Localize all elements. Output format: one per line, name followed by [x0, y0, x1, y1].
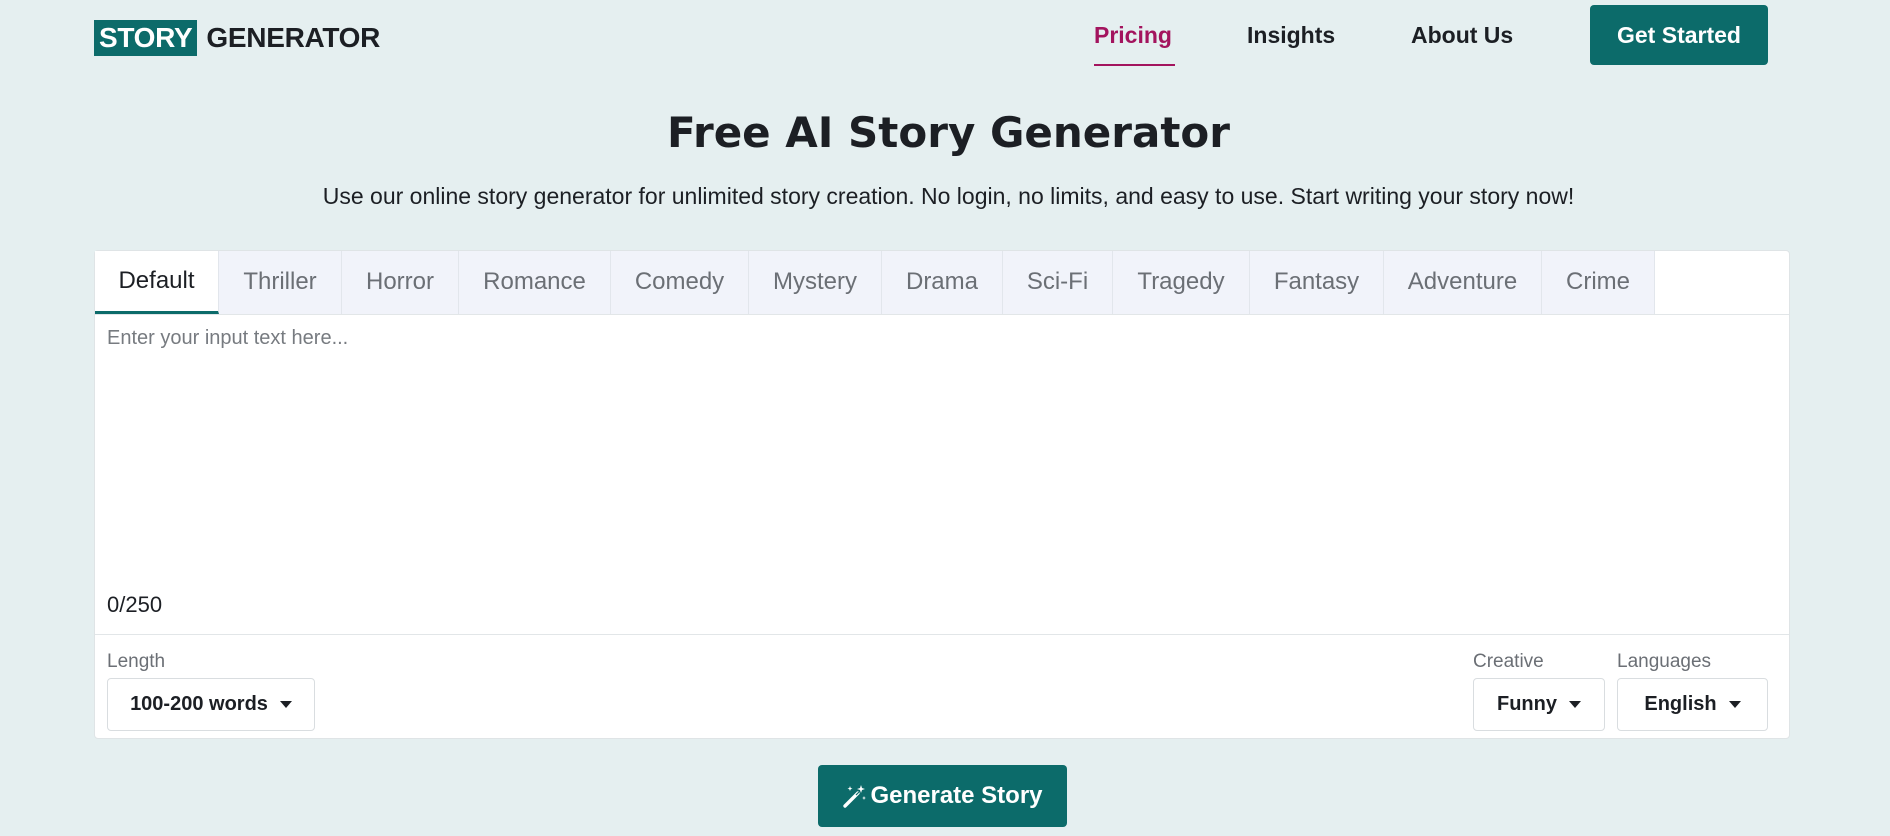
tab-tragedy[interactable]: Tragedy [1113, 251, 1250, 314]
tab-comedy[interactable]: Comedy [611, 251, 749, 314]
tab-adventure[interactable]: Adventure [1384, 251, 1542, 314]
get-started-button[interactable]: Get Started [1590, 5, 1768, 65]
nav-pricing[interactable]: Pricing [1094, 20, 1172, 50]
length-value: 100-200 words [130, 693, 268, 715]
languages-label: Languages [1617, 651, 1712, 672]
chevron-down-icon [1569, 701, 1581, 708]
magic-wand-icon [842, 783, 868, 809]
tab-default[interactable]: Default [95, 251, 219, 314]
chevron-down-icon [279, 701, 292, 708]
tab-drama[interactable]: Drama [882, 251, 1003, 314]
nav-active-underline [1094, 64, 1175, 66]
languages-select[interactable]: English [1617, 678, 1768, 731]
generate-story-label: Generate Story [870, 782, 1043, 809]
chevron-down-icon [1728, 701, 1741, 708]
length-select[interactable]: 100-200 words [107, 678, 315, 731]
tab-romance[interactable]: Romance [459, 251, 611, 314]
tab-mystery[interactable]: Mystery [749, 251, 882, 314]
tab-fantasy[interactable]: Fantasy [1250, 251, 1384, 314]
tab-thriller[interactable]: Thriller [219, 251, 342, 314]
site-header: STORY GENERATOR Pricing Insights About U… [0, 0, 1890, 76]
length-label: Length [107, 651, 166, 672]
creative-select[interactable]: Funny [1473, 678, 1605, 731]
tab-crime[interactable]: Crime [1542, 251, 1655, 314]
languages-value: English [1644, 693, 1717, 715]
page-title: Free AI Story Generator [666, 108, 1230, 157]
tab-horror[interactable]: Horror [342, 251, 459, 314]
story-input[interactable] [107, 327, 1777, 527]
generate-story-button[interactable]: Generate Story [818, 765, 1067, 827]
nav-insights[interactable]: Insights [1247, 20, 1335, 50]
nav-about-us[interactable]: About Us [1411, 20, 1513, 50]
creative-label: Creative [1473, 651, 1544, 672]
creative-value: Funny [1497, 693, 1557, 715]
character-counter: 0/250 [107, 592, 163, 617]
genre-tabs: Default Thriller Horror Romance Comedy M… [95, 251, 1789, 315]
story-generator-card: Default Thriller Horror Romance Comedy M… [94, 250, 1790, 739]
options-divider [95, 634, 1789, 635]
tab-sci-fi[interactable]: Sci-Fi [1003, 251, 1113, 314]
page-subtitle: Use our online story generator for unlim… [322, 183, 1575, 209]
